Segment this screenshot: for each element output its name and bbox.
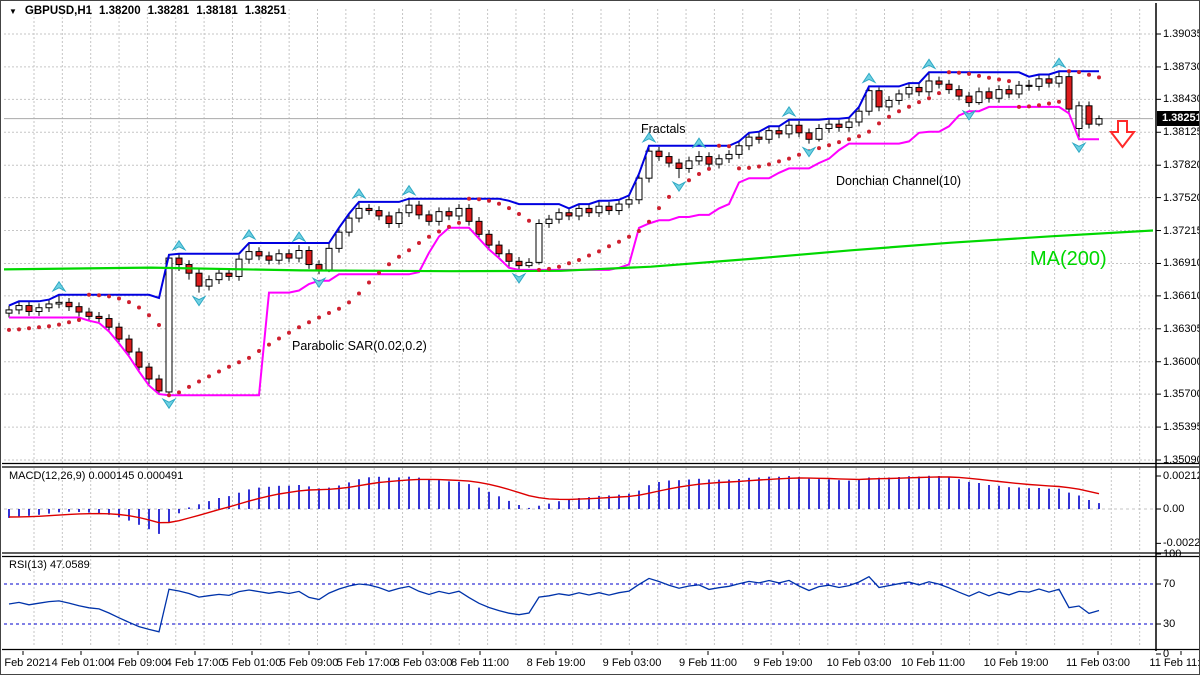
price-tick-label: 1.35090	[1163, 454, 1200, 466]
rsi-tick-label: 100	[1163, 548, 1181, 560]
quote-close: 1.38251	[245, 5, 287, 17]
gridlines	[4, 9, 1153, 647]
time-tick-label: 11 Feb 03:00	[1066, 657, 1130, 669]
symbol-period-label: GBPUSD,H1	[25, 5, 92, 17]
price-tick-label: 1.35395	[1163, 421, 1200, 433]
price-tick-label: 1.35700	[1163, 388, 1200, 400]
macd-header: MACD(12,26,9) 0.000145 0.000491	[9, 470, 183, 482]
rsi-tick-label: 30	[1163, 618, 1175, 630]
time-tick-label: 4 Feb 01:00	[52, 657, 111, 669]
macd-tick-label: 0.00	[1163, 503, 1184, 515]
time-tick-label: 10 Feb 11:00	[901, 657, 965, 669]
rsi-tick-label: 70	[1163, 578, 1175, 590]
time-tick-label: 3 Feb 2021	[0, 657, 51, 669]
fractal-arrows	[53, 58, 1085, 408]
time-tick-label: 9 Feb 19:00	[754, 657, 813, 669]
price-tick-label: 1.38730	[1163, 61, 1200, 73]
macd-tick-label: 0.002123	[1163, 470, 1200, 482]
quote-open: 1.38200	[99, 5, 141, 17]
chart-canvas[interactable]	[1, 1, 1200, 675]
ma200-line	[4, 231, 1153, 272]
quote-low: 1.38181	[196, 5, 238, 17]
price-tick-label: 1.36910	[1163, 257, 1200, 269]
rsi-header: RSI(13) 47.0589	[9, 559, 90, 571]
time-tick-label: 9 Feb 03:00	[603, 657, 662, 669]
time-tick-label: 11 Feb 11:00	[1149, 657, 1200, 669]
price-tick-label: 1.36610	[1163, 290, 1200, 302]
price-tick-label: 1.38430	[1163, 93, 1200, 105]
price-tick-label: 1.38125	[1163, 126, 1200, 138]
time-tick-label: 10 Feb 19:00	[984, 657, 1049, 669]
time-tick-label: 5 Feb 09:00	[280, 657, 339, 669]
fractals-label: Fractals	[641, 122, 685, 136]
quote-titlebar: ▼ GBPUSD,H1 1.38200 1.38281 1.38181 1.38…	[9, 5, 286, 17]
time-tick-label: 10 Feb 03:00	[827, 657, 892, 669]
parabolic-sar-label: Parabolic SAR(0.02,0.2)	[292, 339, 427, 353]
time-tick-label: 4 Feb 17:00	[166, 657, 225, 669]
ma200-label: MA(200)	[1030, 248, 1107, 271]
quote-high: 1.38281	[148, 5, 190, 17]
price-tick-label: 1.37520	[1163, 192, 1200, 204]
sell-signal-arrow	[1111, 121, 1134, 147]
time-tick-label: 8 Feb 03:00	[394, 657, 453, 669]
price-tick-label: 1.36000	[1163, 356, 1200, 368]
time-tick-label: 4 Feb 09:00	[109, 657, 168, 669]
price-tick-label: 1.37215	[1163, 225, 1200, 237]
current-price-tag: 1.38251	[1157, 111, 1200, 126]
price-tick-label: 1.39035	[1163, 28, 1200, 40]
time-tick-label: 5 Feb 17:00	[337, 657, 396, 669]
chevron-down-icon[interactable]: ▼	[9, 7, 17, 16]
time-tick-label: 8 Feb 19:00	[527, 657, 586, 669]
chart-window: ▼ GBPUSD,H1 1.38200 1.38281 1.38181 1.38…	[0, 0, 1200, 675]
macd-series	[9, 476, 1099, 534]
time-tick-label: 9 Feb 11:00	[679, 657, 737, 669]
price-tick-label: 1.37820	[1163, 159, 1200, 171]
price-tick-label: 1.36305	[1163, 323, 1200, 335]
donchian-label: Donchian Channel(10)	[836, 174, 961, 188]
candles	[6, 71, 1102, 395]
time-tick-label: 5 Feb 01:00	[223, 657, 282, 669]
time-tick-label: 8 Feb 11:00	[451, 657, 509, 669]
